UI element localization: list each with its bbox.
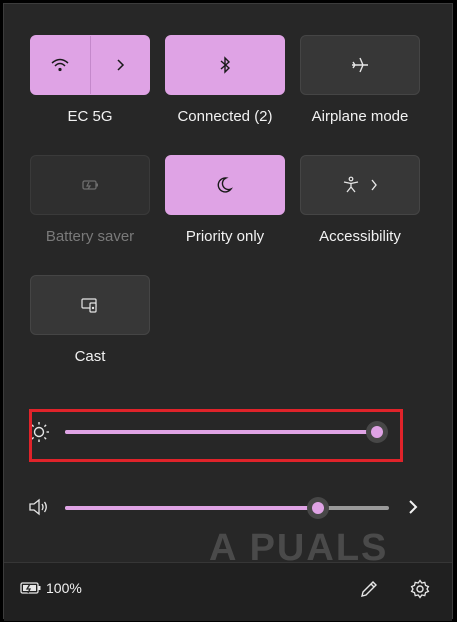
- quick-settings-panel: EC 5G Connected (2) Airplane mode Batter…: [3, 3, 453, 621]
- speaker-icon[interactable]: [28, 498, 50, 516]
- battery-status[interactable]: 100%: [20, 580, 82, 596]
- battery-saver-tile[interactable]: [30, 155, 150, 215]
- airplane-icon: [350, 56, 370, 74]
- airplane-tile[interactable]: [300, 35, 420, 95]
- cast-label: Cast: [74, 348, 106, 365]
- wifi-icon[interactable]: [31, 36, 90, 94]
- gear-icon[interactable]: [410, 579, 430, 599]
- airplane-label: Airplane mode: [311, 108, 409, 125]
- wifi-expand-chevron-icon[interactable]: [90, 36, 149, 94]
- volume-slider-fill: [65, 506, 318, 510]
- brightness-highlight-box: [29, 409, 403, 462]
- battery-charging-icon: [20, 581, 42, 595]
- volume-slider[interactable]: [65, 506, 389, 510]
- focus-assist-tile[interactable]: [165, 155, 285, 215]
- bluetooth-tile[interactable]: [165, 35, 285, 95]
- pencil-icon[interactable]: [359, 579, 379, 599]
- thumb-dot: [311, 502, 324, 514]
- cast-tile[interactable]: [30, 275, 150, 335]
- chevron-right-icon: [370, 179, 378, 191]
- battery-percent: 100%: [46, 580, 82, 596]
- accessibility-label: Accessibility: [319, 228, 401, 245]
- accessibility-icon: [342, 176, 360, 194]
- cast-icon: [81, 297, 99, 313]
- moon-icon: [217, 176, 233, 194]
- accessibility-tile[interactable]: [300, 155, 420, 215]
- quick-settings-footer: 100%: [4, 562, 452, 621]
- bluetooth-icon: [219, 56, 231, 74]
- battery-saver-icon: [80, 178, 100, 192]
- volume-slider-thumb[interactable]: [306, 497, 329, 519]
- audio-output-chevron-icon[interactable]: [408, 499, 418, 515]
- wifi-tile[interactable]: [30, 35, 150, 95]
